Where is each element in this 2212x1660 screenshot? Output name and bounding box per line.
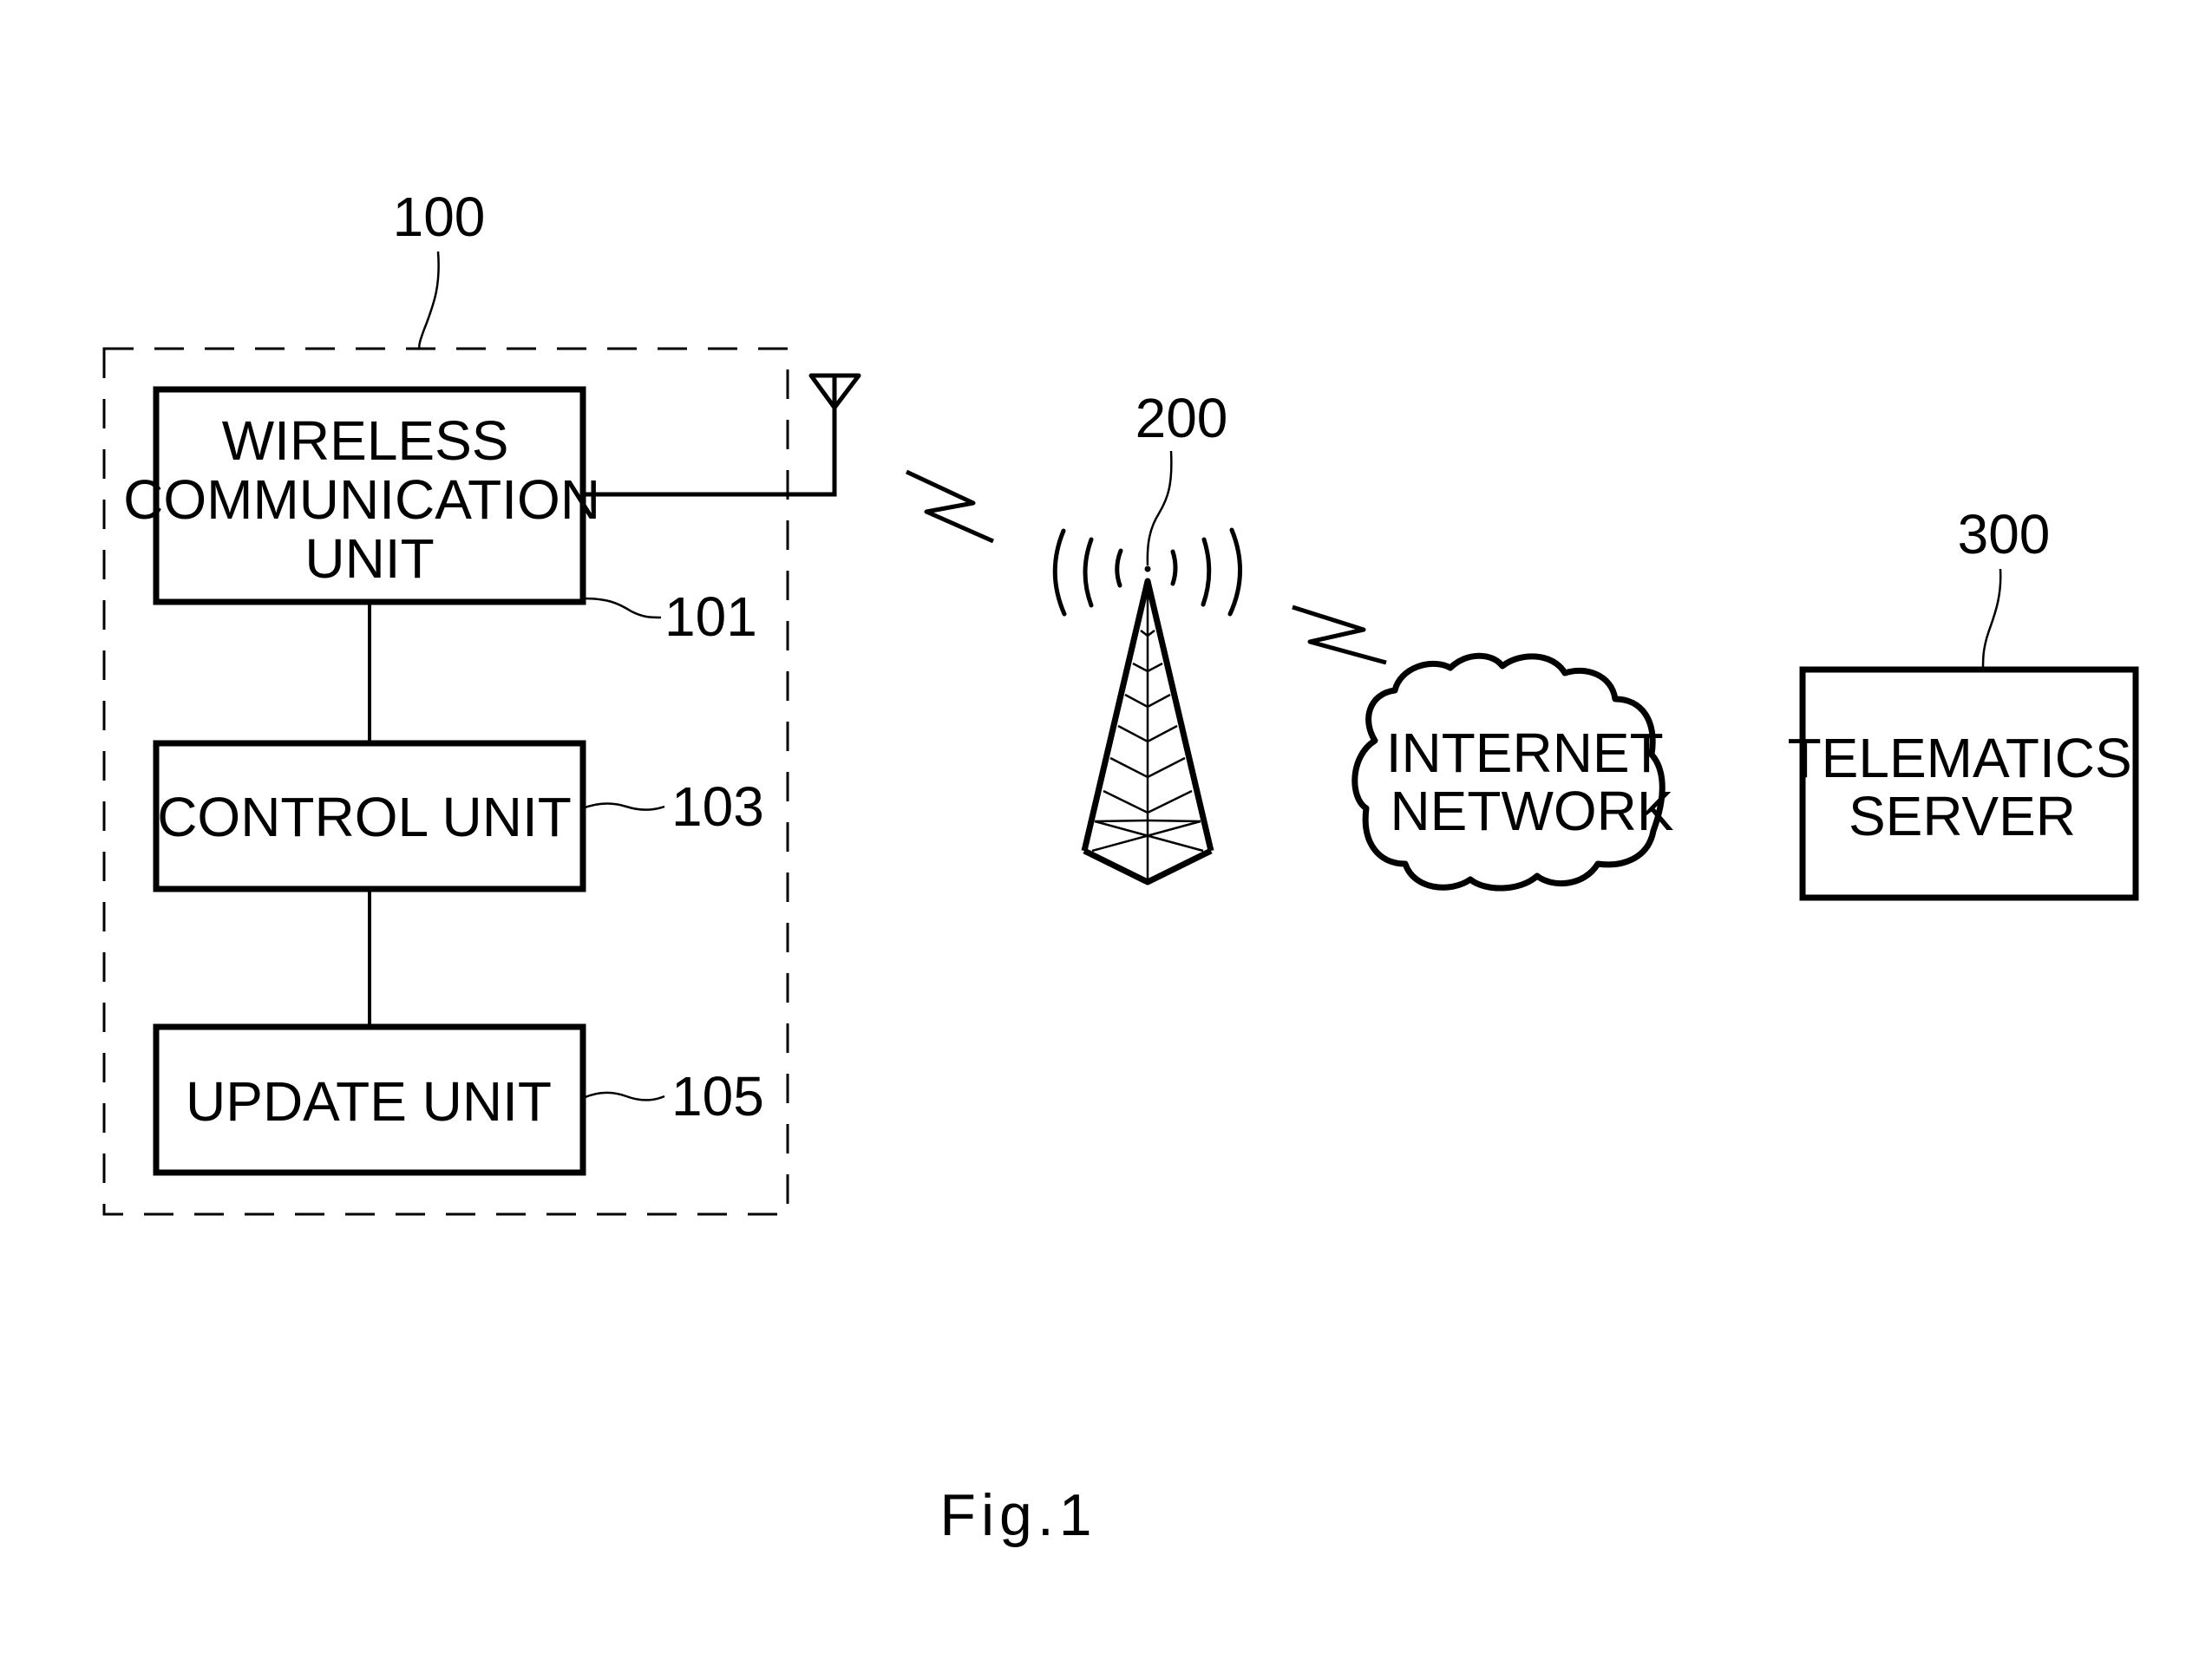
antenna-icon — [583, 373, 861, 497]
internet-network[interactable]: INTERNET NETWORK — [1351, 652, 1679, 892]
internet-line-1: INTERNET — [1386, 722, 1663, 784]
control-unit[interactable]: CONTROL UNIT 103 — [153, 740, 764, 892]
base-station-ref: 200 — [1135, 387, 1228, 449]
patent-figure: 100 WIRELESS COMMUNICATION UNIT 101 CONT… — [102, 186, 2148, 1548]
wireless-unit-leader-line — [582, 597, 662, 619]
wireless-link-2-icon — [1292, 605, 1387, 665]
update-unit-leader-line — [582, 1091, 665, 1101]
terminal-leader-line — [418, 251, 440, 350]
control-unit-ref: 103 — [671, 775, 764, 838]
telematics-server[interactable]: 300 TELEMATICS SERVER — [1788, 503, 2148, 901]
internet-network-label: INTERNET NETWORK — [1386, 722, 1679, 842]
control-unit-label: CONTROL UNIT — [157, 786, 572, 848]
terminal-ref-label: 100 — [393, 186, 486, 248]
wireless-unit-line-2: COMMUNICATION — [123, 468, 600, 531]
update-unit-label: UPDATE UNIT — [186, 1070, 552, 1133]
update-unit[interactable]: UPDATE UNIT 105 — [153, 1023, 764, 1176]
server-ref: 300 — [1958, 503, 2051, 565]
server-leader-line — [1981, 568, 2002, 670]
base-station-leader-line — [1146, 450, 1173, 566]
base-station[interactable]: 200 — [1052, 387, 1243, 886]
wireless-communication-unit[interactable]: WIRELESS COMMUNICATION UNIT 101 — [123, 386, 757, 648]
wireless-unit-ref: 101 — [664, 585, 757, 648]
signal-origin-dot — [1144, 565, 1151, 572]
wireless-unit-line-1: WIRELESS — [222, 409, 509, 472]
server-line-1: TELEMATICS — [1788, 727, 2132, 789]
update-unit-ref: 105 — [671, 1065, 764, 1127]
internet-line-2: NETWORK — [1390, 780, 1673, 842]
wireless-link-1-icon — [905, 469, 995, 544]
figure-caption: Fig.1 — [939, 1482, 1096, 1548]
wireless-unit-line-3: UNIT — [304, 527, 434, 590]
cell-tower-icon — [1081, 578, 1214, 886]
control-unit-leader-line — [582, 802, 665, 811]
server-line-2: SERVER — [1849, 785, 2076, 847]
vehicle-terminal-group: 100 WIRELESS COMMUNICATION UNIT 101 CONT… — [102, 186, 861, 1216]
